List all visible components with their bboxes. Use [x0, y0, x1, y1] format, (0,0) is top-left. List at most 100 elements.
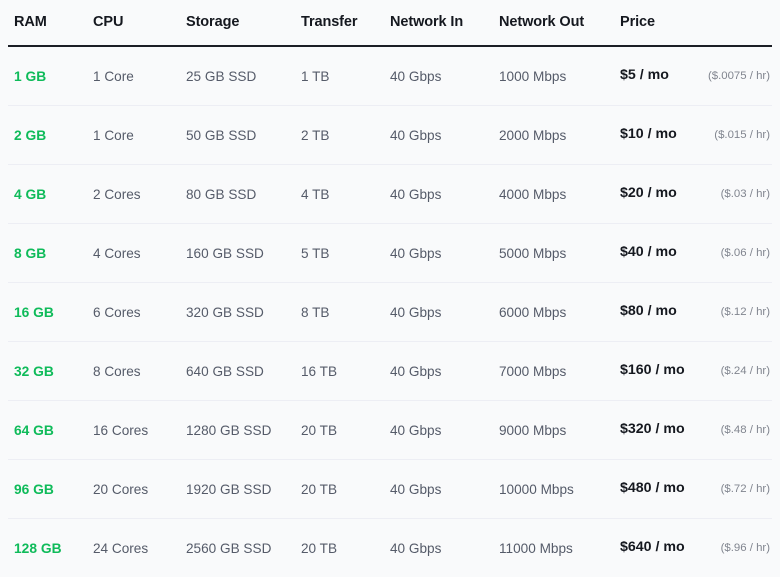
cell-network-out: 1000 Mbps — [499, 46, 620, 106]
price-hourly: ($.24 / hr) — [721, 362, 772, 381]
cell-storage: 2560 GB SSD — [186, 519, 301, 577]
cell-price: $640 / mo ($.96 / hr) — [620, 519, 772, 577]
cell-cpu: 24 Cores — [93, 519, 186, 577]
column-header-price: Price — [620, 0, 772, 46]
table-row[interactable]: 8 GB4 Cores160 GB SSD5 TB40 Gbps5000 Mbp… — [8, 224, 772, 283]
column-header-transfer: Transfer — [301, 0, 390, 46]
cell-network-in: 40 Gbps — [390, 519, 499, 577]
table-row[interactable]: 16 GB6 Cores320 GB SSD8 TB40 Gbps6000 Mb… — [8, 283, 772, 342]
table-row[interactable]: 64 GB16 Cores1280 GB SSD20 TB40 Gbps9000… — [8, 401, 772, 460]
cell-cpu: 6 Cores — [93, 283, 186, 342]
price-group: $80 / mo ($.12 / hr) — [620, 302, 772, 322]
cell-storage: 320 GB SSD — [186, 283, 301, 342]
price-group: $5 / mo ($.0075 / hr) — [620, 66, 772, 86]
cell-network-in: 40 Gbps — [390, 165, 499, 224]
price-hourly: ($.03 / hr) — [721, 185, 772, 204]
table-row[interactable]: 2 GB1 Core50 GB SSD2 TB40 Gbps2000 Mbps$… — [8, 106, 772, 165]
cell-storage: 1920 GB SSD — [186, 460, 301, 519]
price-group: $20 / mo ($.03 / hr) — [620, 184, 772, 204]
table-row[interactable]: 128 GB24 Cores2560 GB SSD20 TB40 Gbps110… — [8, 519, 772, 577]
column-header-network-out: Network Out — [499, 0, 620, 46]
cell-network-out: 11000 Mbps — [499, 519, 620, 577]
cell-price: $5 / mo ($.0075 / hr) — [620, 46, 772, 106]
price-group: $640 / mo ($.96 / hr) — [620, 538, 772, 558]
cell-storage: 80 GB SSD — [186, 165, 301, 224]
cell-ram: 128 GB — [8, 519, 93, 577]
cell-ram: 32 GB — [8, 342, 93, 401]
vps-pricing-table: RAM CPU Storage Transfer Network In Netw… — [8, 0, 772, 577]
cell-ram: 1 GB — [8, 46, 93, 106]
price-hourly: ($.96 / hr) — [721, 539, 772, 558]
cell-transfer: 2 TB — [301, 106, 390, 165]
price-monthly: $5 / mo — [620, 66, 669, 85]
price-monthly: $160 / mo — [620, 361, 685, 380]
cell-transfer: 20 TB — [301, 519, 390, 577]
table-header-row: RAM CPU Storage Transfer Network In Netw… — [8, 0, 772, 46]
table-row[interactable]: 4 GB2 Cores80 GB SSD4 TB40 Gbps4000 Mbps… — [8, 165, 772, 224]
price-hourly: ($.015 / hr) — [714, 126, 772, 145]
cell-transfer: 5 TB — [301, 224, 390, 283]
cell-price: $40 / mo ($.06 / hr) — [620, 224, 772, 283]
cell-cpu: 20 Cores — [93, 460, 186, 519]
price-monthly: $320 / mo — [620, 420, 685, 439]
table-row[interactable]: 1 GB1 Core25 GB SSD1 TB40 Gbps1000 Mbps$… — [8, 46, 772, 106]
cell-network-out: 2000 Mbps — [499, 106, 620, 165]
cell-storage: 640 GB SSD — [186, 342, 301, 401]
cell-cpu: 1 Core — [93, 46, 186, 106]
price-hourly: ($.0075 / hr) — [708, 67, 772, 86]
cell-storage: 1280 GB SSD — [186, 401, 301, 460]
pricing-table-container: RAM CPU Storage Transfer Network In Netw… — [0, 0, 780, 577]
cell-network-in: 40 Gbps — [390, 283, 499, 342]
cell-cpu: 8 Cores — [93, 342, 186, 401]
cell-cpu: 2 Cores — [93, 165, 186, 224]
price-hourly: ($.12 / hr) — [721, 303, 772, 322]
cell-price: $80 / mo ($.12 / hr) — [620, 283, 772, 342]
cell-ram: 16 GB — [8, 283, 93, 342]
cell-network-in: 40 Gbps — [390, 46, 499, 106]
cell-transfer: 16 TB — [301, 342, 390, 401]
table-header: RAM CPU Storage Transfer Network In Netw… — [8, 0, 772, 46]
column-header-ram: RAM — [8, 0, 93, 46]
cell-ram: 96 GB — [8, 460, 93, 519]
column-header-storage: Storage — [186, 0, 301, 46]
cell-price: $10 / mo($.015 / hr) — [620, 106, 772, 165]
cell-transfer: 8 TB — [301, 283, 390, 342]
price-group: $160 / mo ($.24 / hr) — [620, 361, 772, 381]
price-hourly: ($.72 / hr) — [721, 480, 772, 499]
price-monthly: $80 / mo — [620, 302, 677, 321]
cell-transfer: 1 TB — [301, 46, 390, 106]
cell-network-out: 5000 Mbps — [499, 224, 620, 283]
price-hourly: ($.06 / hr) — [721, 244, 772, 263]
cell-network-in: 40 Gbps — [390, 106, 499, 165]
cell-network-in: 40 Gbps — [390, 224, 499, 283]
cell-network-in: 40 Gbps — [390, 401, 499, 460]
price-group: $320 / mo($.48 / hr) — [620, 420, 772, 440]
cell-price: $20 / mo ($.03 / hr) — [620, 165, 772, 224]
cell-transfer: 20 TB — [301, 401, 390, 460]
price-monthly: $480 / mo — [620, 479, 685, 498]
table-row[interactable]: 96 GB20 Cores1920 GB SSD20 TB40 Gbps1000… — [8, 460, 772, 519]
cell-ram: 4 GB — [8, 165, 93, 224]
price-group: $40 / mo ($.06 / hr) — [620, 243, 772, 263]
price-monthly: $20 / mo — [620, 184, 677, 203]
cell-storage: 160 GB SSD — [186, 224, 301, 283]
price-monthly: $40 / mo — [620, 243, 677, 262]
cell-network-out: 4000 Mbps — [499, 165, 620, 224]
cell-network-out: 9000 Mbps — [499, 401, 620, 460]
cell-network-out: 10000 Mbps — [499, 460, 620, 519]
price-monthly: $640 / mo — [620, 538, 685, 557]
cell-cpu: 16 Cores — [93, 401, 186, 460]
column-header-network-in: Network In — [390, 0, 499, 46]
price-group: $10 / mo($.015 / hr) — [620, 125, 772, 145]
cell-network-out: 7000 Mbps — [499, 342, 620, 401]
table-body: 1 GB1 Core25 GB SSD1 TB40 Gbps1000 Mbps$… — [8, 46, 772, 577]
cell-ram: 8 GB — [8, 224, 93, 283]
cell-price: $480 / mo ($.72 / hr) — [620, 460, 772, 519]
column-header-cpu: CPU — [93, 0, 186, 46]
table-row[interactable]: 32 GB8 Cores640 GB SSD16 TB40 Gbps7000 M… — [8, 342, 772, 401]
cell-network-out: 6000 Mbps — [499, 283, 620, 342]
cell-ram: 64 GB — [8, 401, 93, 460]
cell-storage: 25 GB SSD — [186, 46, 301, 106]
cell-price: $160 / mo ($.24 / hr) — [620, 342, 772, 401]
cell-network-in: 40 Gbps — [390, 460, 499, 519]
